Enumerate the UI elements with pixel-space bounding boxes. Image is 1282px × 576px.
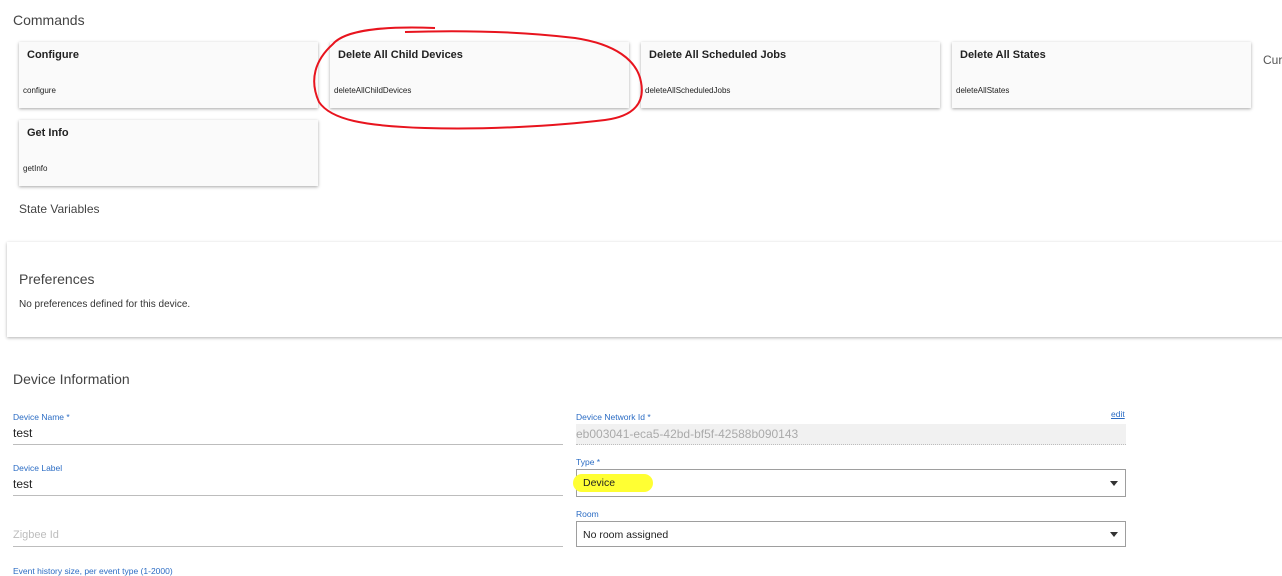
room-select[interactable]: No room assigned: [576, 521, 1126, 547]
command-title: Get Info: [27, 127, 69, 139]
type-select[interactable]: Device: [573, 469, 1126, 497]
command-title: Delete All Scheduled Jobs: [649, 49, 787, 61]
state-variables-title: State Variables: [19, 202, 100, 216]
network-id-label: Device Network Id *: [576, 412, 651, 422]
chevron-down-icon: [1110, 532, 1118, 537]
chevron-down-icon: [1110, 481, 1118, 486]
command-method: deleteAllScheduledJobs: [645, 86, 731, 95]
command-method: getInfo: [23, 164, 48, 173]
annotation-circle: [313, 26, 643, 130]
preferences-title: Preferences: [19, 271, 95, 287]
preferences-empty-message: No preferences defined for this device.: [19, 299, 191, 310]
command-title: Delete All States: [960, 49, 1046, 61]
device-name-underline: [13, 444, 563, 445]
room-select-value: No room assigned: [583, 529, 669, 541]
device-label-underline: [13, 495, 563, 496]
commands-title: Commands: [13, 12, 85, 28]
type-select-value: Device: [583, 477, 616, 489]
command-card-configure[interactable]: Configure configure: [19, 42, 318, 108]
command-method: deleteAllStates: [956, 86, 1010, 95]
zigbee-id-field[interactable]: Zigbee Id: [13, 529, 59, 541]
zigbee-id-underline: [13, 546, 563, 547]
event-history-label: Event history size, per event type (1-20…: [13, 566, 173, 576]
command-card-get-info[interactable]: Get Info getInfo: [19, 120, 318, 186]
cut-off-label: Cur: [1263, 53, 1282, 67]
command-title: Configure: [27, 49, 79, 61]
type-label: Type *: [576, 457, 601, 467]
network-id-edit-link[interactable]: edit: [1111, 409, 1125, 419]
command-card-delete-all-states[interactable]: Delete All States deleteAllStates: [952, 42, 1251, 108]
preferences-panel: Preferences No preferences defined for t…: [7, 242, 1282, 337]
command-method: configure: [23, 86, 56, 95]
room-label: Room: [576, 509, 599, 519]
command-card-delete-all-scheduled-jobs[interactable]: Delete All Scheduled Jobs deleteAllSched…: [641, 42, 940, 108]
device-label-field[interactable]: test: [13, 477, 32, 491]
device-name-label: Device Name *: [13, 412, 70, 422]
device-information-title: Device Information: [13, 371, 130, 387]
device-name-field[interactable]: test: [13, 426, 32, 440]
network-id-field[interactable]: eb003041-eca5-42bd-bf5f-42588b090143: [576, 427, 798, 441]
device-label-label: Device Label: [13, 463, 63, 473]
